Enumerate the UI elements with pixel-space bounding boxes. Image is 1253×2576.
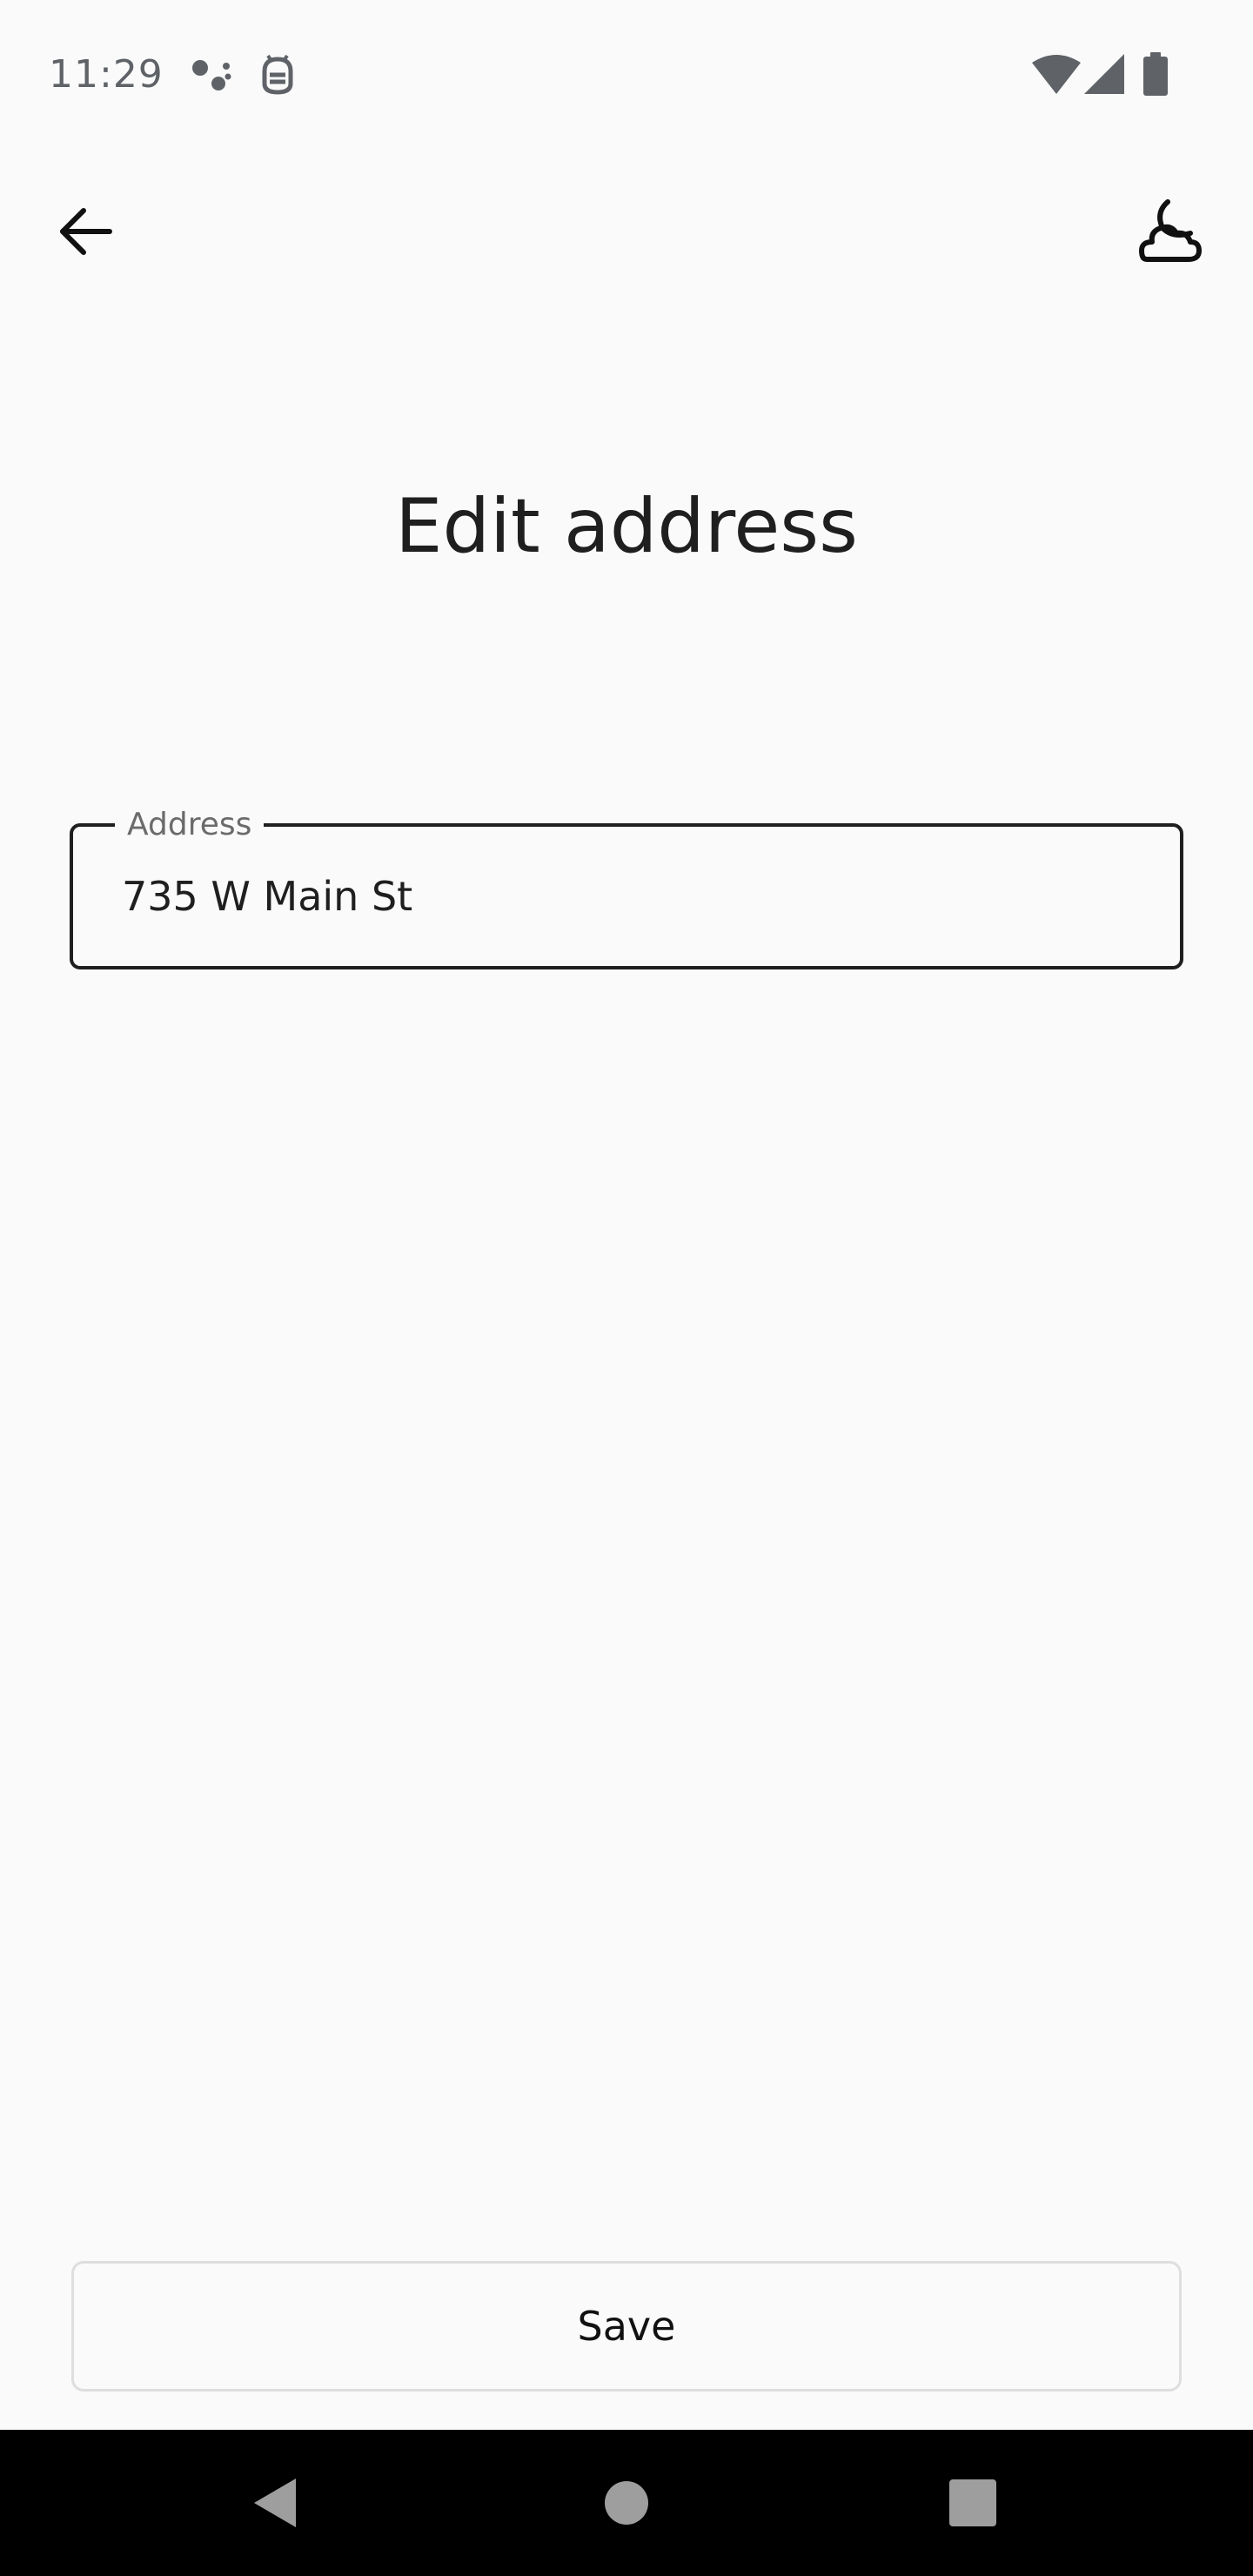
nav-home-icon (605, 2481, 648, 2525)
android-debug-icon (262, 54, 293, 95)
moon-cloud-icon (1139, 199, 1202, 262)
nav-recents-button[interactable] (900, 2430, 1046, 2576)
back-button[interactable] (35, 181, 136, 282)
arrow-back-icon (60, 208, 112, 255)
wifi-icon (1032, 55, 1081, 94)
system-navigation-bar (0, 2430, 1253, 2576)
nav-home-button[interactable] (553, 2430, 700, 2576)
save-button[interactable]: Save (71, 2261, 1182, 2392)
assistant-dots-icon (192, 60, 231, 91)
edit-address-screen: 11:29 Edit address Address 735 W Main St… (0, 0, 1253, 2576)
theme-toggle-button[interactable] (1117, 181, 1218, 282)
status-bar: 11:29 (0, 0, 1253, 148)
battery-icon (1143, 52, 1168, 96)
nav-back-icon (254, 2479, 296, 2527)
status-time: 11:29 (49, 52, 164, 97)
nav-back-button[interactable] (202, 2430, 348, 2576)
address-field[interactable]: Address (70, 806, 1183, 969)
cell-signal-icon (1084, 54, 1124, 94)
nav-recents-icon (949, 2479, 996, 2526)
page-title: Edit address (395, 483, 858, 570)
address-input[interactable] (122, 827, 1131, 966)
